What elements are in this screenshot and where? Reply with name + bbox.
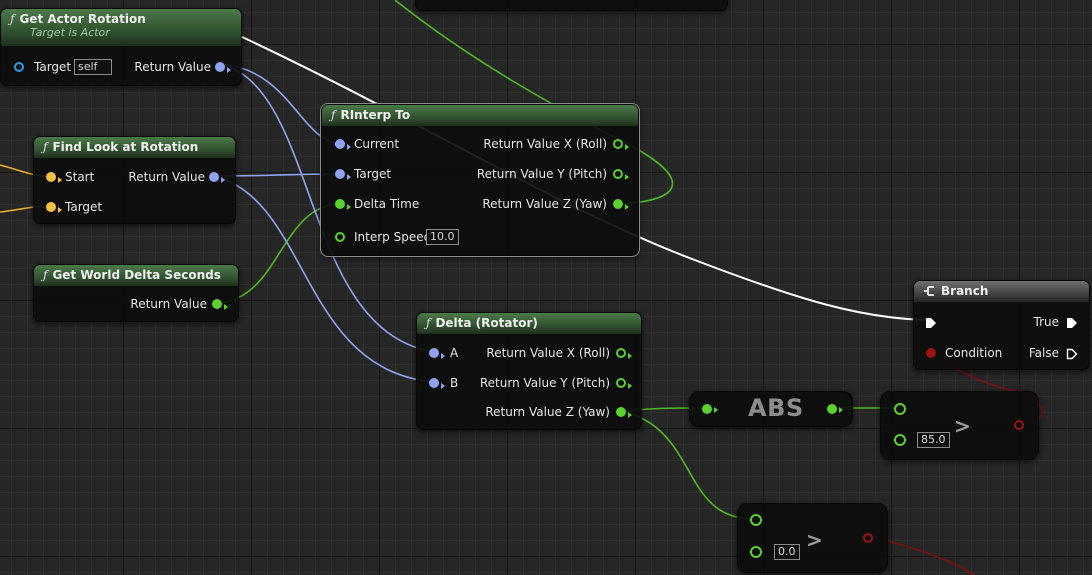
delta-rotator-node[interactable]: ƒ Delta (Rotator) A Return Value X (Roll)… [416,312,642,430]
target-pin[interactable] [14,62,24,72]
return-value-x-label: Return Value X (Roll) [483,137,607,151]
return-value-z-label: Return Value Z (Yaw) [482,197,607,211]
a-pin[interactable] [750,514,762,526]
false-label: False [1028,346,1059,360]
target-label: Target [354,167,392,181]
condition-label: Condition [945,346,1003,360]
return-value-pin[interactable] [209,172,219,182]
return-value-z-pin[interactable] [613,199,623,209]
offscreen-node[interactable] [415,0,728,11]
function-icon: ƒ [10,12,15,26]
pin-arrow-icon [221,177,225,183]
return-value-pin[interactable] [863,533,873,543]
current-label: Current [354,137,400,151]
greater-than-node[interactable]: 85.0 > [880,391,1039,460]
node-title: Delta (Rotator) [435,316,538,330]
pin-arrow-icon [224,304,228,310]
true-exec-pin[interactable] [1066,316,1078,328]
b-value-field[interactable]: 85.0 [917,432,950,448]
b-value-field[interactable]: 0.0 [774,544,800,560]
pin-arrow-icon [625,204,629,210]
pin-arrow-icon [441,383,445,389]
node-title: Find Look at Rotation [52,140,199,154]
exec-input-pin[interactable] [925,316,937,328]
find-look-at-rotation-node[interactable]: ƒ Find Look at Rotation Start Return Valu… [33,136,236,224]
start-label: Start [65,170,95,184]
b-pin[interactable] [750,546,762,558]
start-pin[interactable] [46,172,56,182]
node-title: Get Actor Rotation [19,12,146,26]
greater-operator: > [806,528,823,552]
pin-arrow-icon [441,353,445,359]
pin-arrow-icon [628,383,632,389]
greater-operator: > [954,414,971,438]
rinterp-to-node[interactable]: ƒ RInterp To Current Return Value X (Roll… [320,103,640,257]
function-icon: ƒ [43,268,48,282]
target-label: Target [34,60,72,74]
pin-arrow-icon [625,144,629,150]
pin-arrow-icon [628,412,632,418]
branch-icon [923,283,935,303]
interp-speed-label: Interp Speed [354,230,432,244]
false-exec-pin[interactable] [1066,347,1078,360]
return-value-z-pin[interactable] [616,407,626,417]
target-pin[interactable] [46,202,56,212]
get-world-delta-seconds-node[interactable]: ƒ Get World Delta Seconds Return Value [33,264,239,322]
pin-arrow-icon [347,174,351,180]
b-label: B [450,376,459,390]
pin-arrow-icon [347,204,351,210]
node-title: RInterp To [340,108,411,122]
interp-speed-value-field[interactable]: 10.0 [426,229,459,245]
return-value-pin[interactable] [827,404,837,414]
delta-time-label: Delta Time [354,197,420,211]
return-value-z-label: Return Value Z (Yaw) [485,405,610,419]
b-pin[interactable] [429,378,439,388]
pin-arrow-icon [58,177,62,183]
get-actor-rotation-node[interactable]: ƒ Get Actor Rotation Target is Actor Targ… [0,8,242,86]
node-title: Branch [941,284,989,298]
pin-arrow-icon [714,407,718,413]
function-icon: ƒ [43,140,48,154]
pin-arrow-icon [628,353,632,359]
abs-label: ABS [748,394,804,422]
abs-node[interactable]: ABS [689,391,853,427]
return-value-label: Return Value [128,170,205,184]
condition-pin[interactable] [926,348,936,358]
pin-arrow-icon [58,207,62,213]
return-value-y-label: Return Value Y (Pitch) [479,376,610,390]
target-label: Target [65,200,103,214]
return-value-label: Return Value [130,297,207,311]
branch-node[interactable]: Branch True Condition False [913,280,1090,370]
b-pin[interactable] [894,434,906,446]
pin-arrow-icon [347,144,351,150]
function-icon: ƒ [331,108,336,122]
return-value-label: Return Value [134,60,211,74]
return-value-y-label: Return Value Y (Pitch) [476,167,607,181]
a-label: A [450,346,459,360]
return-value-x-pin[interactable] [616,348,626,358]
node-title: Get World Delta Seconds [52,268,221,282]
target-value-field[interactable]: self [74,59,112,75]
float-wire [621,410,756,520]
pin-arrow-icon [625,174,629,180]
return-value-y-pin[interactable] [616,378,626,388]
pin-arrow-icon [839,407,843,413]
interp-speed-pin[interactable] [335,232,345,242]
return-value-pin[interactable] [1014,420,1024,430]
pin-arrow-icon [227,67,231,73]
current-pin[interactable] [335,139,345,149]
true-label: True [1033,315,1060,329]
greater-than-node[interactable]: 0.0 > [737,503,888,573]
a-pin[interactable] [894,403,906,415]
return-value-x-pin[interactable] [613,139,623,149]
a-pin[interactable] [429,348,439,358]
function-icon: ƒ [426,316,431,330]
return-value-pin[interactable] [215,62,225,72]
target-pin[interactable] [335,169,345,179]
delta-time-pin[interactable] [335,199,345,209]
return-value-x-label: Return Value X (Roll) [486,346,610,360]
return-value-y-pin[interactable] [613,169,623,179]
input-pin[interactable] [702,404,712,414]
return-value-pin[interactable] [212,299,222,309]
